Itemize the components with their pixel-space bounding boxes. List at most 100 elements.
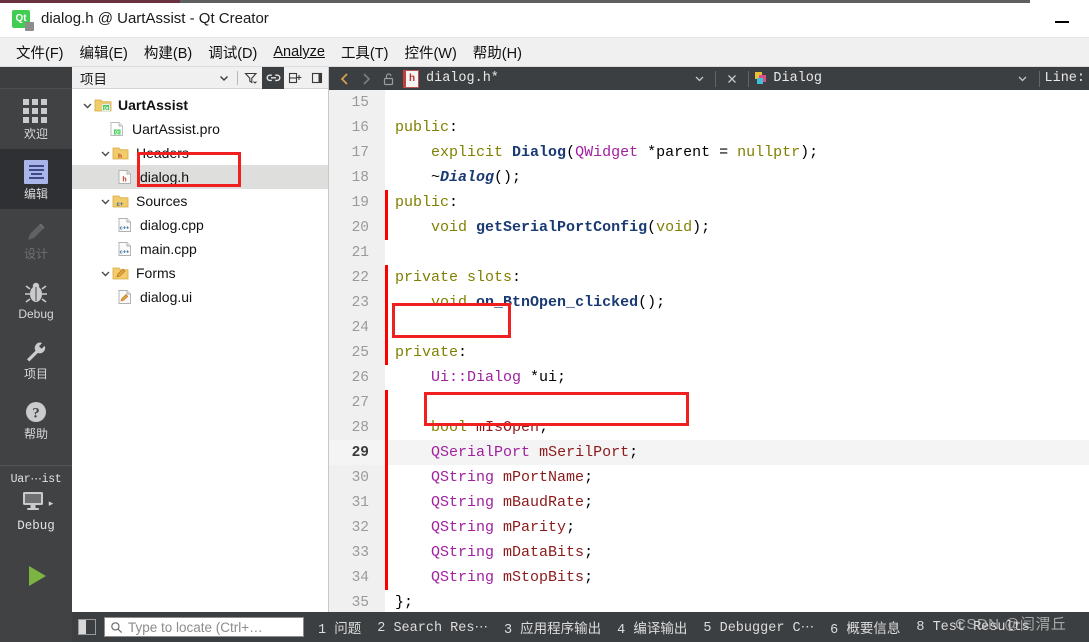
project-sidebar: 项目 Qt UartAssist Qt UartAssist.pro h Hea… — [72, 66, 329, 612]
line-number: 24 — [351, 319, 369, 336]
mode-welcome[interactable]: 欢迎 — [0, 89, 72, 149]
menu-window[interactable]: 控件(W) — [396, 39, 464, 66]
tree-item-headers[interactable]: h Headers — [72, 141, 328, 165]
mode-edit[interactable]: 编辑 — [0, 149, 72, 209]
filter-button[interactable] — [240, 67, 262, 89]
code-line-24[interactable]: 24 — [329, 315, 1089, 340]
kit-build-config: Debug — [17, 519, 55, 533]
code-line-28[interactable]: 28 bool mIsOpen; — [329, 415, 1089, 440]
locator-input-wrapper[interactable]: Type to locate (Ctrl+… — [104, 617, 304, 637]
code-line-15[interactable]: 15 — [329, 90, 1089, 115]
code-line-20[interactable]: 20 void getSerialPortConfig(void); — [329, 215, 1089, 240]
close-sidebar-button[interactable] — [306, 67, 328, 89]
run-button[interactable] — [0, 555, 72, 602]
chevron-down-icon[interactable] — [80, 98, 94, 112]
code-line-19[interactable]: 19 public: — [329, 190, 1089, 215]
code-view[interactable]: 15 16 public: 17 explicit Dialog(QWidget *p… — [329, 90, 1089, 612]
mode-projects[interactable]: 项目 — [0, 329, 72, 389]
view-dropdown-button[interactable] — [213, 67, 235, 89]
menu-edit[interactable]: 编辑(E) — [72, 39, 136, 66]
menu-help[interactable]: 帮助(H) — [465, 39, 530, 66]
line-number: 35 — [351, 594, 369, 611]
cpp-file-icon: c++ — [116, 241, 134, 257]
sync-with-editor-button[interactable] — [262, 66, 284, 89]
chevron-down-icon[interactable] — [98, 266, 112, 280]
tree-item-main-cpp[interactable]: c++ main.cpp — [72, 237, 328, 261]
code-line-32[interactable]: 32 QString mParity; — [329, 515, 1089, 540]
project-sidebar-header: 项目 — [72, 66, 328, 89]
symbol-dropdown-button[interactable] — [1012, 68, 1034, 90]
close-editor-button[interactable] — [721, 68, 743, 90]
menu-debug[interactable]: 调试(D) — [200, 39, 265, 66]
output-pane-debugger[interactable]: 5 Debugger C⋯ — [703, 619, 814, 636]
unlocked-padlock-icon[interactable] — [377, 68, 399, 90]
code-line-17[interactable]: 17 explicit Dialog(QWidget *parent = nul… — [329, 140, 1089, 165]
tree-item-forms[interactable]: Forms — [72, 261, 328, 285]
tree-item-uartassist[interactable]: Qt UartAssist — [72, 93, 328, 117]
menu-build[interactable]: 构建(B) — [136, 39, 200, 66]
menu-analyze[interactable]: Analyze — [265, 41, 333, 63]
mode-debug[interactable]: Debug — [0, 269, 72, 329]
menu-file[interactable]: 文件(F) — [8, 39, 72, 66]
sidebar-toggle-icon[interactable] — [78, 619, 96, 635]
change-marker — [385, 390, 388, 415]
mode-help[interactable]: ? 帮助 — [0, 389, 72, 449]
code-line-35[interactable]: 35}; — [329, 590, 1089, 612]
locator-input[interactable]: Type to locate (Ctrl+… — [128, 620, 263, 635]
mode-help-label: 帮助 — [23, 426, 48, 441]
tree-item-uartassist-pro[interactable]: Qt UartAssist.pro — [72, 117, 328, 141]
question-circle-icon: ? — [23, 399, 49, 425]
split-button[interactable] — [284, 67, 306, 89]
output-pane-app-output[interactable]: 3 应用程序输出 — [504, 617, 601, 638]
bug-icon — [23, 279, 49, 305]
tree-item-dialog-ui[interactable]: dialog.ui — [72, 285, 328, 309]
code-line-31[interactable]: 31 QString mBaudRate; — [329, 490, 1089, 515]
tree-item-dialog-h[interactable]: h dialog.h — [72, 165, 328, 189]
svg-text:c++: c++ — [120, 225, 130, 231]
editor-tab-dialog-h[interactable]: dialog.h* — [426, 71, 499, 86]
mode-design[interactable]: 设计 — [0, 209, 72, 269]
mode-design-label: 设计 — [23, 246, 48, 261]
code-line-21[interactable]: 21 — [329, 240, 1089, 265]
line-number: 18 — [351, 169, 369, 186]
line-number: 27 — [351, 394, 369, 411]
code-line-27[interactable]: 27 — [329, 390, 1089, 415]
tree-item-label: UartAssist — [118, 97, 189, 113]
output-pane-summary[interactable]: 6 概要信息 — [830, 617, 900, 638]
code-line-18[interactable]: 18 ~Dialog(); — [329, 165, 1089, 190]
change-marker — [385, 415, 388, 440]
output-pane-problems[interactable]: 1 问题 — [318, 617, 361, 638]
change-marker — [385, 315, 388, 340]
output-pane-search[interactable]: 2 Search Res⋯ — [377, 619, 488, 636]
kit-selector[interactable]: Uar⋯ist ▸ Debug — [0, 465, 72, 551]
code-line-25[interactable]: 25 private: — [329, 340, 1089, 365]
tab-list-dropdown-button[interactable] — [688, 68, 710, 90]
code-line-30[interactable]: 30 QString mPortName; — [329, 465, 1089, 490]
change-marker — [385, 515, 388, 540]
svg-text:c++: c++ — [120, 249, 130, 255]
tree-item-dialog-cpp[interactable]: c++ dialog.cpp — [72, 213, 328, 237]
navigate-forward-button[interactable] — [355, 68, 377, 90]
code-line-16[interactable]: 16 public: — [329, 115, 1089, 140]
change-marker — [385, 440, 388, 465]
h-file-icon: h — [403, 69, 419, 88]
code-line-26[interactable]: 26 Ui::Dialog *ui; — [329, 365, 1089, 390]
symbol-selector[interactable]: Dialog — [773, 71, 822, 86]
grid-icon — [23, 98, 49, 125]
navigate-back-button[interactable] — [333, 68, 355, 90]
chevron-down-icon[interactable] — [98, 194, 112, 208]
chevron-down-icon[interactable] — [98, 146, 112, 160]
code-line-34[interactable]: 34 QString mStopBits; — [329, 565, 1089, 590]
code-text: QString mParity; — [431, 519, 576, 536]
code-line-29[interactable]: 29 QSerialPort mSerilPort; — [329, 440, 1089, 465]
code-line-23[interactable]: 23 void on_BtnOpen_clicked(); — [329, 290, 1089, 315]
mode-bar-bottom-strip — [0, 612, 72, 642]
code-line-22[interactable]: 22 private slots: — [329, 265, 1089, 290]
code-text: Ui::Dialog *ui; — [431, 369, 567, 386]
minimize-button[interactable] — [1047, 14, 1077, 30]
tree-item-sources[interactable]: c+ Sources — [72, 189, 328, 213]
menu-tools[interactable]: 工具(T) — [333, 39, 397, 66]
output-pane-compile[interactable]: 4 编译输出 — [617, 617, 687, 638]
change-marker — [385, 90, 388, 115]
code-line-33[interactable]: 33 QString mDataBits; — [329, 540, 1089, 565]
